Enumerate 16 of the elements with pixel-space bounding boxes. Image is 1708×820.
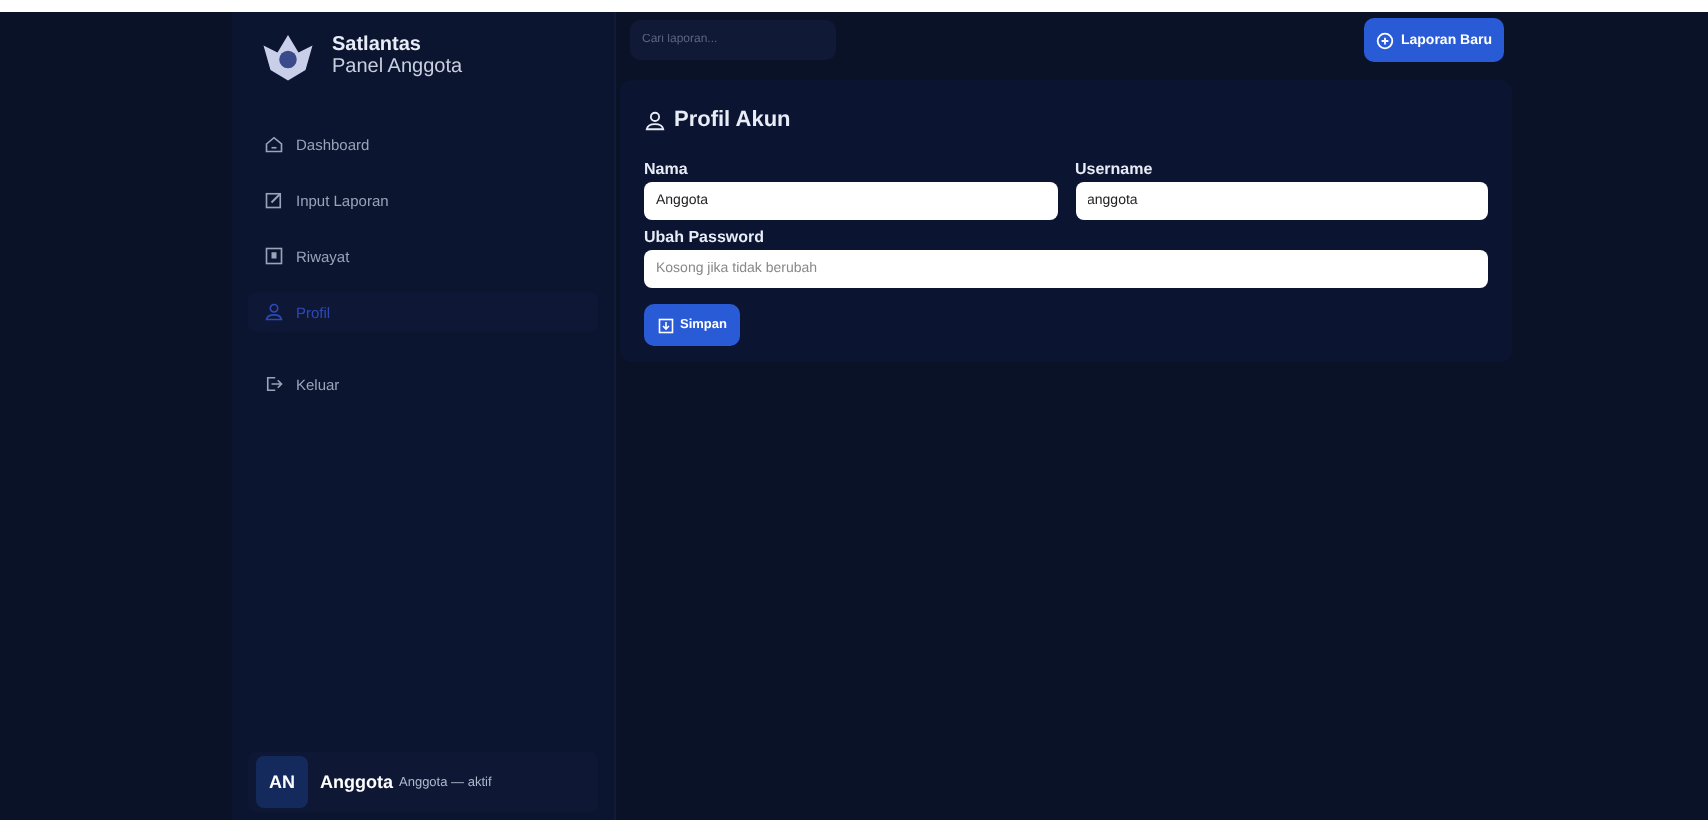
document-icon — [264, 246, 284, 266]
edit-icon — [264, 190, 284, 210]
brand-subtitle: Panel Anggota — [332, 56, 463, 78]
user-icon — [264, 302, 284, 322]
user-name: Anggota — [320, 772, 393, 792]
home-icon — [264, 134, 284, 154]
plus-circle-icon — [1376, 31, 1395, 49]
logout-icon — [264, 374, 284, 394]
avatar: AN — [256, 756, 308, 808]
field-label: Ubah Password — [644, 228, 767, 246]
save-icon — [658, 317, 674, 333]
field-label: Nama — [644, 160, 690, 178]
card-title: Profil Akun — [674, 108, 791, 132]
field-label: Username — [1075, 160, 1155, 178]
brand-title: Satlantas — [332, 34, 423, 56]
user-icon — [644, 109, 666, 131]
